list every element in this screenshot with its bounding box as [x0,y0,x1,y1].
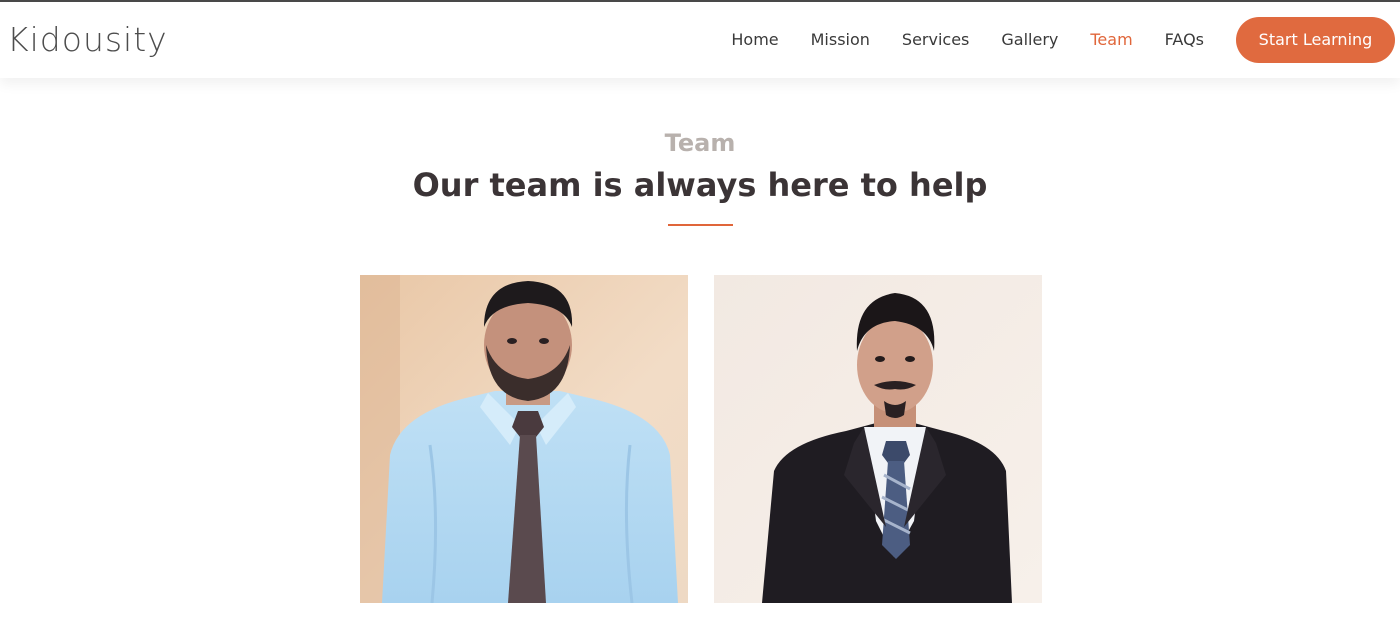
start-learning-button[interactable]: Start Learning [1236,17,1395,63]
person-blue-shirt-image [360,275,688,603]
site-header: Kidousity Home Mission Services Gallery … [0,2,1400,78]
person-dark-suit-image [714,275,1042,603]
nav-services[interactable]: Services [902,29,969,51]
section-label: Team [664,129,736,157]
nav-home[interactable]: Home [731,29,778,51]
main-nav: Home Mission Services Gallery Team FAQs [699,29,1204,51]
nav-team[interactable]: Team [1090,29,1132,51]
section-title: Our team is always here to help [412,166,988,204]
team-member-photo [714,275,1042,603]
nav-faqs[interactable]: FAQs [1165,29,1204,51]
site-logo[interactable]: Kidousity [7,20,168,60]
title-underline [668,224,733,226]
nav-gallery[interactable]: Gallery [1001,29,1058,51]
team-member-photo [360,275,688,603]
nav-mission[interactable]: Mission [811,29,870,51]
